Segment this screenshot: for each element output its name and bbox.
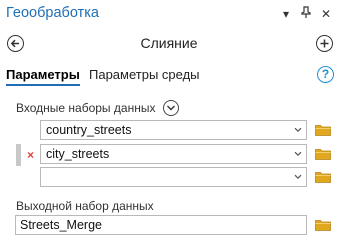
input-dataset-combo[interactable]: country_streets xyxy=(40,120,307,140)
input-dataset-value: country_streets xyxy=(46,123,132,137)
input-dataset-row: country_streets xyxy=(0,120,338,142)
input-dataset-row xyxy=(0,167,338,189)
input-dataset-row: × city_streets xyxy=(0,144,338,166)
pane-header: Геообработка ▾ ✕ xyxy=(0,0,338,28)
input-dataset-value: city_streets xyxy=(46,147,110,161)
chevron-down-icon[interactable]: ▾ xyxy=(280,7,292,21)
chevron-down-icon[interactable] xyxy=(294,127,302,133)
output-dataset-label: Выходной набор данных xyxy=(16,199,154,213)
input-dataset-combo[interactable]: city_streets xyxy=(40,144,307,164)
help-icon[interactable]: ? xyxy=(317,66,334,83)
add-icon[interactable] xyxy=(316,35,333,52)
folder-icon[interactable] xyxy=(315,123,331,136)
output-dataset-field[interactable]: Streets_Merge xyxy=(15,215,307,235)
pane-title: Геообработка xyxy=(6,5,99,21)
tab-environments[interactable]: Параметры среды xyxy=(89,67,200,82)
pin-icon[interactable] xyxy=(300,6,312,21)
close-icon[interactable]: ✕ xyxy=(320,7,332,21)
row-selection-marker xyxy=(16,144,21,166)
folder-icon[interactable] xyxy=(315,147,331,160)
output-dataset-value: Streets_Merge xyxy=(20,218,102,232)
tab-parameters[interactable]: Параметры xyxy=(6,67,80,86)
pane-controls: ▾ ✕ xyxy=(280,6,332,21)
chevron-down-icon[interactable] xyxy=(294,151,302,157)
remove-icon[interactable]: × xyxy=(27,148,34,162)
chevron-down-icon[interactable] xyxy=(163,100,179,116)
input-datasets-label: Входные наборы данных xyxy=(16,101,156,115)
tabs: Параметры Параметры среды ? xyxy=(0,63,338,89)
tool-bar: Слияние xyxy=(0,30,338,58)
chevron-down-icon[interactable] xyxy=(294,174,302,180)
folder-icon[interactable] xyxy=(315,170,331,183)
input-dataset-combo[interactable] xyxy=(40,167,307,187)
folder-icon[interactable] xyxy=(315,218,331,231)
tool-title: Слияние xyxy=(140,35,198,51)
